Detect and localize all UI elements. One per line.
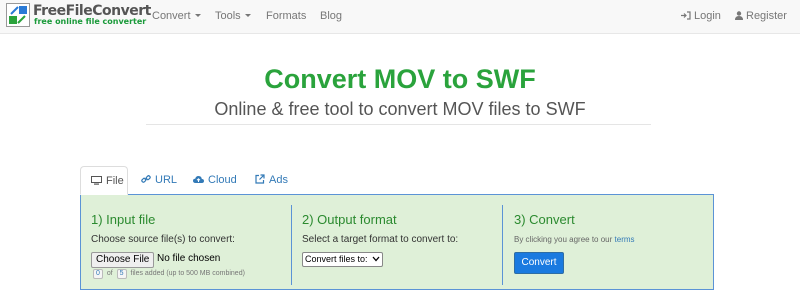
output-format-value: Convert files to: xyxy=(305,254,368,264)
top-navbar: FreeFileConvert free online file convert… xyxy=(0,0,800,34)
page-subtitle: Online & free tool to convert MOV files … xyxy=(214,99,586,119)
external-link-icon xyxy=(255,174,265,184)
source-tabs: File URL Cloud Ads xyxy=(80,166,714,195)
nav-formats-link[interactable]: Formats xyxy=(266,10,306,23)
terms-notice-text: By clicking you agree to our xyxy=(514,235,613,244)
tab-cloud[interactable]: Cloud xyxy=(193,166,237,195)
nav-convert-dropdown[interactable]: Convert xyxy=(152,10,201,23)
tab-ads[interactable]: Ads xyxy=(255,166,288,195)
no-file-chosen-text: No file chosen xyxy=(157,253,221,264)
logo-icon xyxy=(6,3,30,27)
converter-panel: 1) Input file Choose source file(s) to c… xyxy=(80,194,714,290)
step-convert-title: 3) Convert xyxy=(514,212,575,227)
choose-file-button[interactable]: Choose File xyxy=(91,252,155,268)
login-icon xyxy=(681,11,691,20)
chevron-down-icon xyxy=(372,256,380,262)
terms-notice: By clicking you agree to our terms xyxy=(514,235,635,245)
tab-file-label: File xyxy=(106,175,124,187)
terms-link[interactable]: terms xyxy=(615,235,635,244)
files-added-counter: 0 of 5 files added (up to 500 MB combine… xyxy=(91,269,245,279)
page-title: Convert MOV to SWF xyxy=(264,64,536,94)
tab-file[interactable]: File xyxy=(80,166,128,195)
files-added-suffix: files added (up to 500 MB combined) xyxy=(130,270,245,277)
nav-convert-label: Convert xyxy=(152,10,191,22)
login-label: Login xyxy=(694,10,721,22)
output-format-select[interactable]: Convert files to: xyxy=(302,252,383,267)
step-divider xyxy=(502,205,503,285)
login-link[interactable]: Login xyxy=(681,10,721,23)
step-input-title: 1) Input file xyxy=(91,212,156,227)
files-added-count: 0 xyxy=(93,269,103,279)
tab-url-label: URL xyxy=(155,174,178,186)
files-limit-count: 5 xyxy=(116,269,127,279)
tab-ads-label: Ads xyxy=(269,174,288,186)
convert-button[interactable]: Convert xyxy=(514,252,564,274)
files-of-text: of xyxy=(106,270,113,277)
step-output-title: 2) Output format xyxy=(302,212,397,227)
tab-url[interactable]: URL xyxy=(141,166,177,195)
step-input-instruction: Choose source file(s) to convert: xyxy=(91,234,235,245)
nav-tools-dropdown[interactable]: Tools xyxy=(215,10,251,23)
step-output-instruction: Select a target format to convert to: xyxy=(302,234,459,245)
brand-tagline: free online file converter xyxy=(34,17,147,26)
cloud-upload-icon xyxy=(193,176,204,183)
caret-down-icon xyxy=(244,14,251,17)
register-link[interactable]: Register xyxy=(735,10,787,23)
divider-line xyxy=(146,124,651,125)
step-divider xyxy=(291,205,292,285)
register-label: Register xyxy=(746,10,787,22)
caret-down-icon xyxy=(194,14,201,17)
user-icon xyxy=(735,11,743,20)
nav-blog-link[interactable]: Blog xyxy=(320,10,342,23)
tab-cloud-label: Cloud xyxy=(208,174,237,186)
monitor-icon xyxy=(91,176,102,185)
nav-tools-label: Tools xyxy=(215,10,241,22)
link-icon xyxy=(141,175,151,183)
